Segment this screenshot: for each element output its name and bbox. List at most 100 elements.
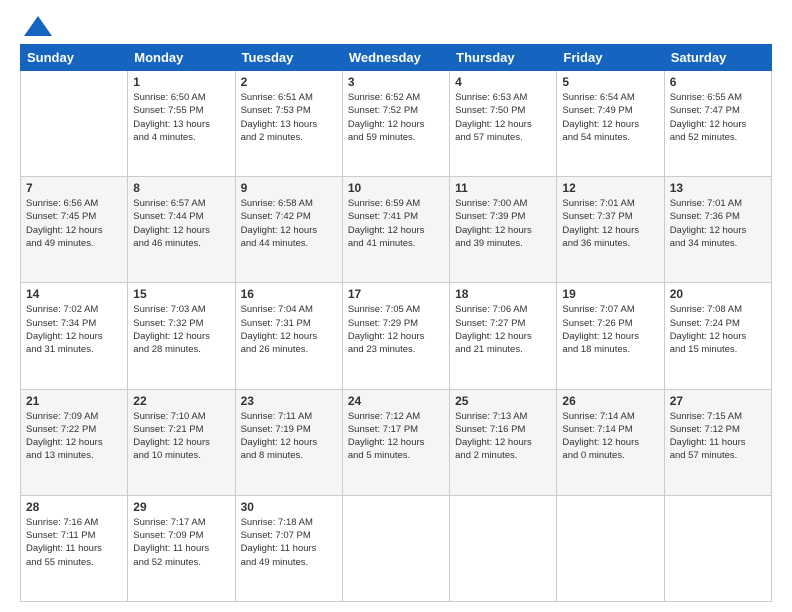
day-info: Sunrise: 6:52 AM Sunset: 7:52 PM Dayligh… (348, 91, 444, 144)
calendar-cell: 12 Sunrise: 7:01 AM Sunset: 7:37 PM Dayli… (557, 177, 664, 283)
calendar-cell: 14 Sunrise: 7:02 AM Sunset: 7:34 PM Dayli… (21, 283, 128, 389)
day-number: 18 (455, 287, 551, 301)
calendar-cell: 24 Sunrise: 7:12 AM Sunset: 7:17 PM Dayli… (342, 389, 449, 495)
day-info: Sunrise: 7:17 AM Sunset: 7:09 PM Dayligh… (133, 516, 229, 569)
day-number: 28 (26, 500, 122, 514)
day-number: 6 (670, 75, 766, 89)
day-info: Sunrise: 6:54 AM Sunset: 7:49 PM Dayligh… (562, 91, 658, 144)
calendar-table: SundayMondayTuesdayWednesdayThursdayFrid… (20, 44, 772, 602)
day-number: 25 (455, 394, 551, 408)
day-number: 2 (241, 75, 337, 89)
calendar-cell: 20 Sunrise: 7:08 AM Sunset: 7:24 PM Dayli… (664, 283, 771, 389)
calendar-cell: 16Sunrise: 7:04 AM Sunset: 7:31 PM Dayli… (235, 283, 342, 389)
day-number: 21 (26, 394, 122, 408)
day-number: 17 (348, 287, 444, 301)
day-info: Sunrise: 7:05 AM Sunset: 7:29 PM Dayligh… (348, 303, 444, 356)
col-header-saturday: Saturday (664, 45, 771, 71)
day-info: Sunrise: 7:06 AM Sunset: 7:27 PM Dayligh… (455, 303, 551, 356)
calendar-cell: 18 Sunrise: 7:06 AM Sunset: 7:27 PM Dayli… (450, 283, 557, 389)
calendar-header-row: SundayMondayTuesdayWednesdayThursdayFrid… (21, 45, 772, 71)
calendar-cell: 30Sunrise: 7:18 AM Sunset: 7:07 PM Dayli… (235, 495, 342, 601)
day-info: Sunrise: 7:08 AM Sunset: 7:24 PM Dayligh… (670, 303, 766, 356)
week-row-4: 21Sunrise: 7:09 AM Sunset: 7:22 PM Dayli… (21, 389, 772, 495)
calendar-cell (557, 495, 664, 601)
calendar-cell (342, 495, 449, 601)
col-header-monday: Monday (128, 45, 235, 71)
day-info: Sunrise: 7:16 AM Sunset: 7:11 PM Dayligh… (26, 516, 122, 569)
col-header-sunday: Sunday (21, 45, 128, 71)
day-number: 12 (562, 181, 658, 195)
day-number: 10 (348, 181, 444, 195)
calendar-cell (21, 71, 128, 177)
day-info: Sunrise: 6:53 AM Sunset: 7:50 PM Dayligh… (455, 91, 551, 144)
day-number: 9 (241, 181, 337, 195)
day-number: 27 (670, 394, 766, 408)
col-header-tuesday: Tuesday (235, 45, 342, 71)
day-number: 8 (133, 181, 229, 195)
day-info: Sunrise: 7:10 AM Sunset: 7:21 PM Dayligh… (133, 410, 229, 463)
calendar-cell: 10 Sunrise: 6:59 AM Sunset: 7:41 PM Dayli… (342, 177, 449, 283)
day-info: Sunrise: 6:51 AM Sunset: 7:53 PM Dayligh… (241, 91, 337, 144)
day-info: Sunrise: 6:50 AM Sunset: 7:55 PM Dayligh… (133, 91, 229, 144)
calendar-cell: 5 Sunrise: 6:54 AM Sunset: 7:49 PM Daylig… (557, 71, 664, 177)
day-info: Sunrise: 7:15 AM Sunset: 7:12 PM Dayligh… (670, 410, 766, 463)
week-row-2: 7Sunrise: 6:56 AM Sunset: 7:45 PM Daylig… (21, 177, 772, 283)
calendar-cell: 29 Sunrise: 7:17 AM Sunset: 7:09 PM Dayli… (128, 495, 235, 601)
page: SundayMondayTuesdayWednesdayThursdayFrid… (0, 0, 792, 612)
calendar-cell: 21Sunrise: 7:09 AM Sunset: 7:22 PM Dayli… (21, 389, 128, 495)
day-number: 29 (133, 500, 229, 514)
calendar-cell (664, 495, 771, 601)
col-header-thursday: Thursday (450, 45, 557, 71)
day-number: 5 (562, 75, 658, 89)
day-info: Sunrise: 7:01 AM Sunset: 7:36 PM Dayligh… (670, 197, 766, 250)
day-number: 23 (241, 394, 337, 408)
col-header-wednesday: Wednesday (342, 45, 449, 71)
calendar-cell: 7Sunrise: 6:56 AM Sunset: 7:45 PM Daylig… (21, 177, 128, 283)
calendar-cell: 19 Sunrise: 7:07 AM Sunset: 7:26 PM Dayli… (557, 283, 664, 389)
day-info: Sunrise: 6:58 AM Sunset: 7:42 PM Dayligh… (241, 197, 337, 250)
day-info: Sunrise: 7:02 AM Sunset: 7:34 PM Dayligh… (26, 303, 122, 356)
calendar-cell: 2 Sunrise: 6:51 AM Sunset: 7:53 PM Daylig… (235, 71, 342, 177)
day-info: Sunrise: 7:12 AM Sunset: 7:17 PM Dayligh… (348, 410, 444, 463)
calendar-cell: 15 Sunrise: 7:03 AM Sunset: 7:32 PM Dayli… (128, 283, 235, 389)
day-info: Sunrise: 7:11 AM Sunset: 7:19 PM Dayligh… (241, 410, 337, 463)
week-row-5: 28 Sunrise: 7:16 AM Sunset: 7:11 PM Dayli… (21, 495, 772, 601)
day-info: Sunrise: 7:07 AM Sunset: 7:26 PM Dayligh… (562, 303, 658, 356)
calendar-cell: 8 Sunrise: 6:57 AM Sunset: 7:44 PM Daylig… (128, 177, 235, 283)
calendar-cell: 26 Sunrise: 7:14 AM Sunset: 7:14 PM Dayli… (557, 389, 664, 495)
calendar-cell: 4 Sunrise: 6:53 AM Sunset: 7:50 PM Daylig… (450, 71, 557, 177)
day-info: Sunrise: 7:01 AM Sunset: 7:37 PM Dayligh… (562, 197, 658, 250)
calendar-cell: 13 Sunrise: 7:01 AM Sunset: 7:36 PM Dayli… (664, 177, 771, 283)
day-info: Sunrise: 6:59 AM Sunset: 7:41 PM Dayligh… (348, 197, 444, 250)
day-number: 13 (670, 181, 766, 195)
day-number: 1 (133, 75, 229, 89)
day-number: 30 (241, 500, 337, 514)
day-info: Sunrise: 6:56 AM Sunset: 7:45 PM Dayligh… (26, 197, 122, 250)
calendar-cell: 28 Sunrise: 7:16 AM Sunset: 7:11 PM Dayli… (21, 495, 128, 601)
week-row-1: 1 Sunrise: 6:50 AM Sunset: 7:55 PM Daylig… (21, 71, 772, 177)
day-info: Sunrise: 6:57 AM Sunset: 7:44 PM Dayligh… (133, 197, 229, 250)
day-number: 3 (348, 75, 444, 89)
header (20, 16, 772, 36)
day-number: 26 (562, 394, 658, 408)
calendar-cell: 6Sunrise: 6:55 AM Sunset: 7:47 PM Daylig… (664, 71, 771, 177)
day-number: 22 (133, 394, 229, 408)
calendar-cell: 23 Sunrise: 7:11 AM Sunset: 7:19 PM Dayli… (235, 389, 342, 495)
day-number: 15 (133, 287, 229, 301)
calendar-cell: 22 Sunrise: 7:10 AM Sunset: 7:21 PM Dayli… (128, 389, 235, 495)
day-number: 19 (562, 287, 658, 301)
day-number: 24 (348, 394, 444, 408)
day-number: 14 (26, 287, 122, 301)
day-number: 16 (241, 287, 337, 301)
day-info: Sunrise: 7:13 AM Sunset: 7:16 PM Dayligh… (455, 410, 551, 463)
calendar-cell: 3 Sunrise: 6:52 AM Sunset: 7:52 PM Daylig… (342, 71, 449, 177)
day-info: Sunrise: 7:14 AM Sunset: 7:14 PM Dayligh… (562, 410, 658, 463)
calendar-cell: 9 Sunrise: 6:58 AM Sunset: 7:42 PM Daylig… (235, 177, 342, 283)
day-number: 20 (670, 287, 766, 301)
week-row-3: 14 Sunrise: 7:02 AM Sunset: 7:34 PM Dayli… (21, 283, 772, 389)
calendar-cell: 17 Sunrise: 7:05 AM Sunset: 7:29 PM Dayli… (342, 283, 449, 389)
day-info: Sunrise: 7:00 AM Sunset: 7:39 PM Dayligh… (455, 197, 551, 250)
day-info: Sunrise: 7:03 AM Sunset: 7:32 PM Dayligh… (133, 303, 229, 356)
day-number: 4 (455, 75, 551, 89)
calendar-cell: 27 Sunrise: 7:15 AM Sunset: 7:12 PM Dayli… (664, 389, 771, 495)
